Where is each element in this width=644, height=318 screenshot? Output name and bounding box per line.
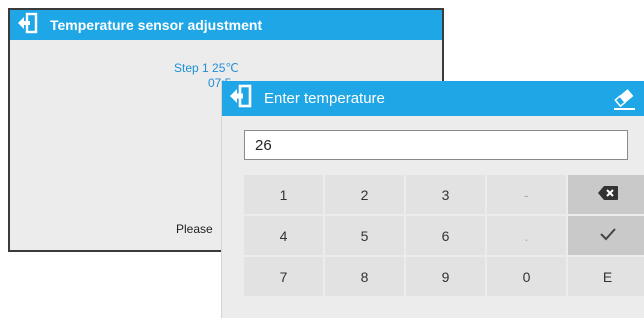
- background-title: Temperature sensor adjustment: [50, 17, 263, 33]
- key-minus[interactable]: -: [487, 175, 566, 214]
- exit-icon[interactable]: [228, 84, 254, 113]
- key-dot[interactable]: .: [487, 216, 566, 255]
- check-icon: [598, 226, 618, 245]
- key-2[interactable]: 2: [325, 175, 404, 214]
- key-0[interactable]: 0: [487, 257, 566, 296]
- eraser-icon[interactable]: [611, 87, 637, 116]
- key-6[interactable]: 6: [406, 216, 485, 255]
- enter-temperature-dialog: Enter temperature 123- 456. 7890E: [221, 81, 644, 318]
- key-4[interactable]: 4: [244, 216, 323, 255]
- key-8[interactable]: 8: [325, 257, 404, 296]
- key-7[interactable]: 7: [244, 257, 323, 296]
- dialog-title: Enter temperature: [264, 90, 385, 107]
- confirm-key[interactable]: [568, 216, 644, 255]
- backspace-icon: [597, 185, 619, 204]
- key-9[interactable]: 9: [406, 257, 485, 296]
- exit-icon[interactable]: [16, 12, 40, 39]
- instruction-text: Please: [176, 222, 213, 236]
- key-1[interactable]: 1: [244, 175, 323, 214]
- numeric-keypad: 123- 456. 7890E: [244, 175, 644, 296]
- temperature-input[interactable]: [244, 130, 628, 160]
- step-label: Step 1 25℃: [174, 61, 239, 75]
- key-5[interactable]: 5: [325, 216, 404, 255]
- key-3[interactable]: 3: [406, 175, 485, 214]
- key-e[interactable]: E: [568, 257, 644, 296]
- backspace-key[interactable]: [568, 175, 644, 214]
- dialog-titlebar: Enter temperature: [222, 81, 644, 116]
- background-titlebar: Temperature sensor adjustment: [10, 10, 442, 40]
